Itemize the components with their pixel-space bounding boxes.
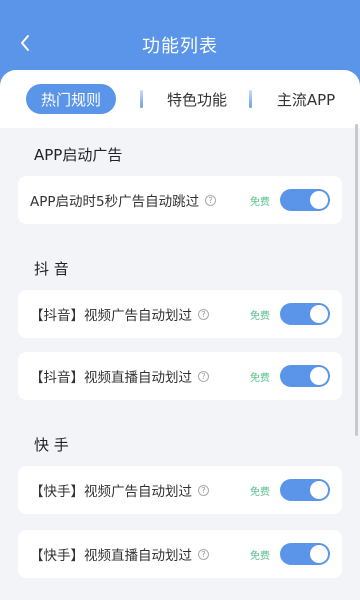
list-item: 【快手】视频直播自动划过? 免费 <box>18 530 342 578</box>
toggle-knob <box>310 367 328 385</box>
tab-mainstream-apps[interactable]: 主流APP <box>270 84 342 114</box>
toggle-knob <box>310 481 328 499</box>
list-item: 【抖音】视频广告自动划过? 免费 <box>18 290 342 338</box>
item-label: 【抖音】视频广告自动划过 <box>30 308 192 324</box>
toggle-knob <box>310 305 328 323</box>
free-badge: 免费 <box>250 196 270 208</box>
rule-toggle[interactable] <box>280 189 330 211</box>
item-label: 【抖音】视频直播自动划过 <box>30 370 192 386</box>
free-badge: 免费 <box>250 550 270 562</box>
rule-toggle[interactable] <box>280 303 330 325</box>
tab-divider <box>140 90 143 108</box>
rule-list: APP启动广告 APP启动时5秒广告自动跳过? 免费 抖 音 【抖音】视频广告自… <box>0 128 360 600</box>
tab-hot-rules[interactable]: 热门规则 <box>26 84 116 114</box>
tab-bar: 热门规则 特色功能 主流APP <box>0 70 360 128</box>
free-badge: 免费 <box>250 372 270 384</box>
section-title: APP启动广告 <box>34 146 123 164</box>
free-badge: 免费 <box>250 486 270 498</box>
rule-toggle[interactable] <box>280 543 330 565</box>
help-icon[interactable]: ? <box>198 548 209 560</box>
item-label: 【快手】视频广告自动划过 <box>30 484 192 500</box>
list-item: 【抖音】视频直播自动划过? 免费 <box>18 352 342 400</box>
tab-divider <box>249 90 252 108</box>
help-icon[interactable]: ? <box>198 370 209 382</box>
help-icon[interactable]: ? <box>205 194 217 206</box>
rule-toggle[interactable] <box>280 365 330 387</box>
rule-toggle[interactable] <box>280 479 330 501</box>
tab-features[interactable]: 特色功能 <box>160 84 234 114</box>
item-label: APP启动时5秒广告自动跳过 <box>30 194 200 210</box>
scrollbar[interactable] <box>355 124 358 436</box>
list-item: APP启动时5秒广告自动跳过? 免费 <box>18 176 342 224</box>
help-icon[interactable]: ? <box>198 484 209 496</box>
page-title: 功能列表 <box>142 36 218 57</box>
free-badge: 免费 <box>250 310 270 322</box>
toggle-knob <box>310 191 328 209</box>
item-label: 【快手】视频直播自动划过 <box>30 548 192 564</box>
section-title: 快 手 <box>34 436 69 454</box>
section-title: 抖 音 <box>34 260 69 278</box>
list-item: 【快手】视频广告自动划过? 免费 <box>18 466 342 514</box>
help-icon[interactable]: ? <box>198 308 209 320</box>
toggle-knob <box>310 545 328 563</box>
